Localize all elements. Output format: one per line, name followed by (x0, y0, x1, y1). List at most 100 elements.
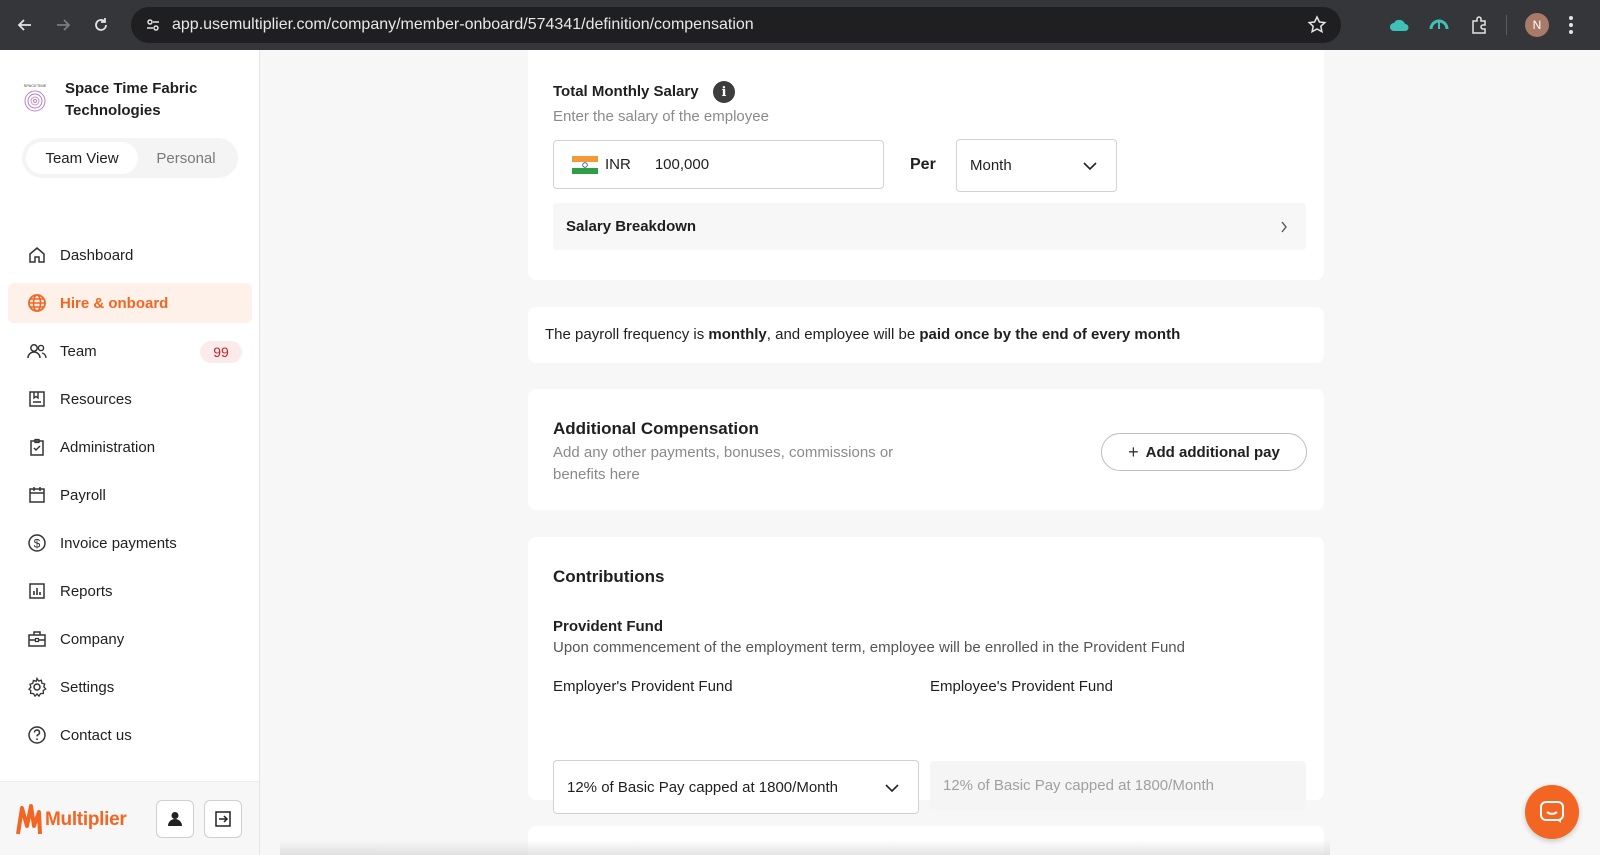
employer-pf-value: 12% of Basic Pay capped at 1800/Month (567, 778, 839, 796)
sidebar-item-invoice-payments[interactable]: $ Invoice payments (8, 523, 252, 563)
salary-subtitle: Enter the salary of the employee (553, 108, 769, 125)
toolbar-divider (1506, 15, 1507, 35)
contributions-title: Contributions (553, 567, 665, 586)
resources-icon (27, 389, 47, 409)
sidebar-footer: Multiplier (0, 781, 259, 855)
view-toggle: Team View Personal (22, 138, 238, 178)
main-content: Total Monthly Salary i Enter the salary … (260, 50, 1600, 855)
browser-menu-icon[interactable] (1568, 13, 1574, 42)
sidebar-item-hire-onboard[interactable]: Hire & onboard (8, 283, 252, 323)
clipboard-check-icon (27, 437, 47, 457)
sidebar-item-administration[interactable]: Administration (8, 427, 252, 467)
chart-icon (27, 581, 47, 601)
sidebar-item-dashboard[interactable]: Dashboard (8, 235, 252, 275)
per-label: Per (910, 156, 936, 173)
sidebar-item-label: Dashboard (60, 246, 134, 264)
browser-toolbar: app.usemultiplier.com/company/member-onb… (0, 0, 1600, 50)
frequency-prefix: The payroll frequency is (545, 326, 709, 343)
reload-icon[interactable] (88, 12, 114, 38)
salary-card: Total Monthly Salary i Enter the salary … (528, 50, 1324, 280)
additional-compensation-title: Additional Compensation (553, 419, 759, 438)
employee-pf-value: 12% of Basic Pay capped at 1800/Month (943, 777, 1215, 794)
sidebar-item-label: Invoice payments (60, 534, 177, 552)
provident-fund-title: Provident Fund (553, 618, 663, 635)
sidebar-item-company[interactable]: Company (8, 619, 252, 659)
sidebar-item-team[interactable]: Team 99 (8, 331, 252, 371)
multiplier-logo[interactable]: Multiplier (16, 804, 127, 836)
site-settings-icon[interactable] (135, 7, 171, 43)
sidebar-item-label: Payroll (60, 486, 106, 504)
info-icon[interactable]: i (713, 81, 736, 103)
india-flag-icon (572, 155, 598, 174)
sidebar-item-reports[interactable]: Reports (8, 571, 252, 611)
sidebar-item-contact-us[interactable]: Contact us (8, 715, 252, 755)
home-icon (27, 245, 47, 265)
chevron-down-icon (885, 784, 899, 793)
sidebar-item-settings[interactable]: Settings (8, 667, 252, 707)
back-icon[interactable] (12, 12, 38, 38)
contributions-card: Contributions Provident Fund Upon commen… (528, 537, 1324, 814)
sidebar-item-label: Company (60, 630, 125, 648)
url-text: app.usemultiplier.com/company/member-onb… (172, 16, 754, 33)
salary-breakdown-label: Salary Breakdown (566, 218, 697, 235)
add-additional-pay-button[interactable]: + Add additional pay (1101, 433, 1307, 471)
globe-icon (27, 293, 47, 313)
briefcase-icon (27, 629, 47, 649)
employer-pf-select[interactable]: 12% of Basic Pay capped at 1800/Month (553, 760, 919, 814)
profile-avatar[interactable]: N (1525, 13, 1549, 37)
logout-icon (215, 811, 231, 827)
payment-schedule: paid once by the end of every month (919, 326, 1181, 343)
svg-text:SPACETIME: SPACETIME (24, 83, 47, 88)
additional-compensation-description: Add any other payments, bonuses, commiss… (553, 444, 894, 483)
sidebar-item-label: Administration (60, 438, 156, 456)
scroll-shadow (280, 840, 1330, 855)
address-bar[interactable]: app.usemultiplier.com/company/member-onb… (131, 7, 1341, 43)
team-view-tab[interactable]: Team View (26, 142, 138, 174)
personal-view-tab[interactable]: Personal (138, 142, 234, 174)
additional-compensation-card: Additional Compensation Add any other pa… (528, 389, 1324, 510)
bookmark-star-icon[interactable] (1307, 15, 1327, 40)
logout-button[interactable] (204, 800, 242, 838)
frequency-value: monthly (708, 326, 767, 343)
sidebar-item-resources[interactable]: Resources (8, 379, 252, 419)
salary-amount-value[interactable]: 100,000 (655, 156, 709, 173)
svg-text:$: $ (34, 537, 41, 551)
payroll-frequency-card: The payroll frequency is monthly, and em… (528, 307, 1324, 363)
dollar-circle-icon: $ (27, 533, 47, 553)
salary-amount-field[interactable]: INR 100,000 (553, 140, 884, 189)
frequency-middle: , and employee will be (766, 326, 920, 343)
salary-breakdown-row[interactable]: Salary Breakdown (553, 203, 1306, 250)
sidebar-item-label: Reports (60, 582, 113, 600)
chevron-right-icon (1281, 221, 1287, 233)
sidebar-item-label: Resources (60, 390, 132, 408)
sidebar-menu: Dashboard Hire & onboard Team 99 Resourc… (8, 235, 252, 763)
company-header[interactable]: SPACETIME Space Time Fabric Technologies (20, 78, 235, 122)
extensions-puzzle-icon[interactable] (1466, 12, 1492, 38)
provident-fund-description: Upon commencement of the employment term… (553, 639, 1185, 656)
currency-code[interactable]: INR (605, 156, 631, 173)
pay-period-select[interactable]: Month (956, 139, 1117, 192)
user-icon (168, 812, 182, 826)
multiplier-logo-icon (16, 804, 42, 835)
gear-icon (27, 677, 47, 697)
calendar-icon (27, 485, 47, 505)
extension-sync-icon[interactable] (1426, 12, 1452, 38)
sidebar: SPACETIME Space Time Fabric Technologies… (0, 50, 260, 855)
sidebar-item-label: Settings (60, 678, 115, 696)
chat-support-button[interactable] (1525, 785, 1579, 839)
employee-pf-label: Employee's Provident Fund (930, 678, 1113, 695)
team-count-badge: 99 (200, 341, 242, 363)
extension-cloud-icon[interactable] (1387, 12, 1413, 38)
salary-title-row: Total Monthly Salary i (553, 81, 736, 103)
company-logo: SPACETIME (20, 80, 50, 114)
forward-icon[interactable] (50, 12, 76, 38)
chevron-down-icon (1083, 162, 1097, 171)
chat-icon (1540, 801, 1564, 823)
sidebar-item-payroll[interactable]: Payroll (8, 475, 252, 515)
company-name: Space Time Fabric Technologies (65, 80, 198, 119)
salary-title: Total Monthly Salary (553, 83, 699, 101)
profile-button[interactable] (156, 800, 194, 838)
help-circle-icon (27, 725, 47, 745)
pay-period-value: Month (970, 157, 1012, 174)
sidebar-item-label: Contact us (60, 726, 132, 744)
